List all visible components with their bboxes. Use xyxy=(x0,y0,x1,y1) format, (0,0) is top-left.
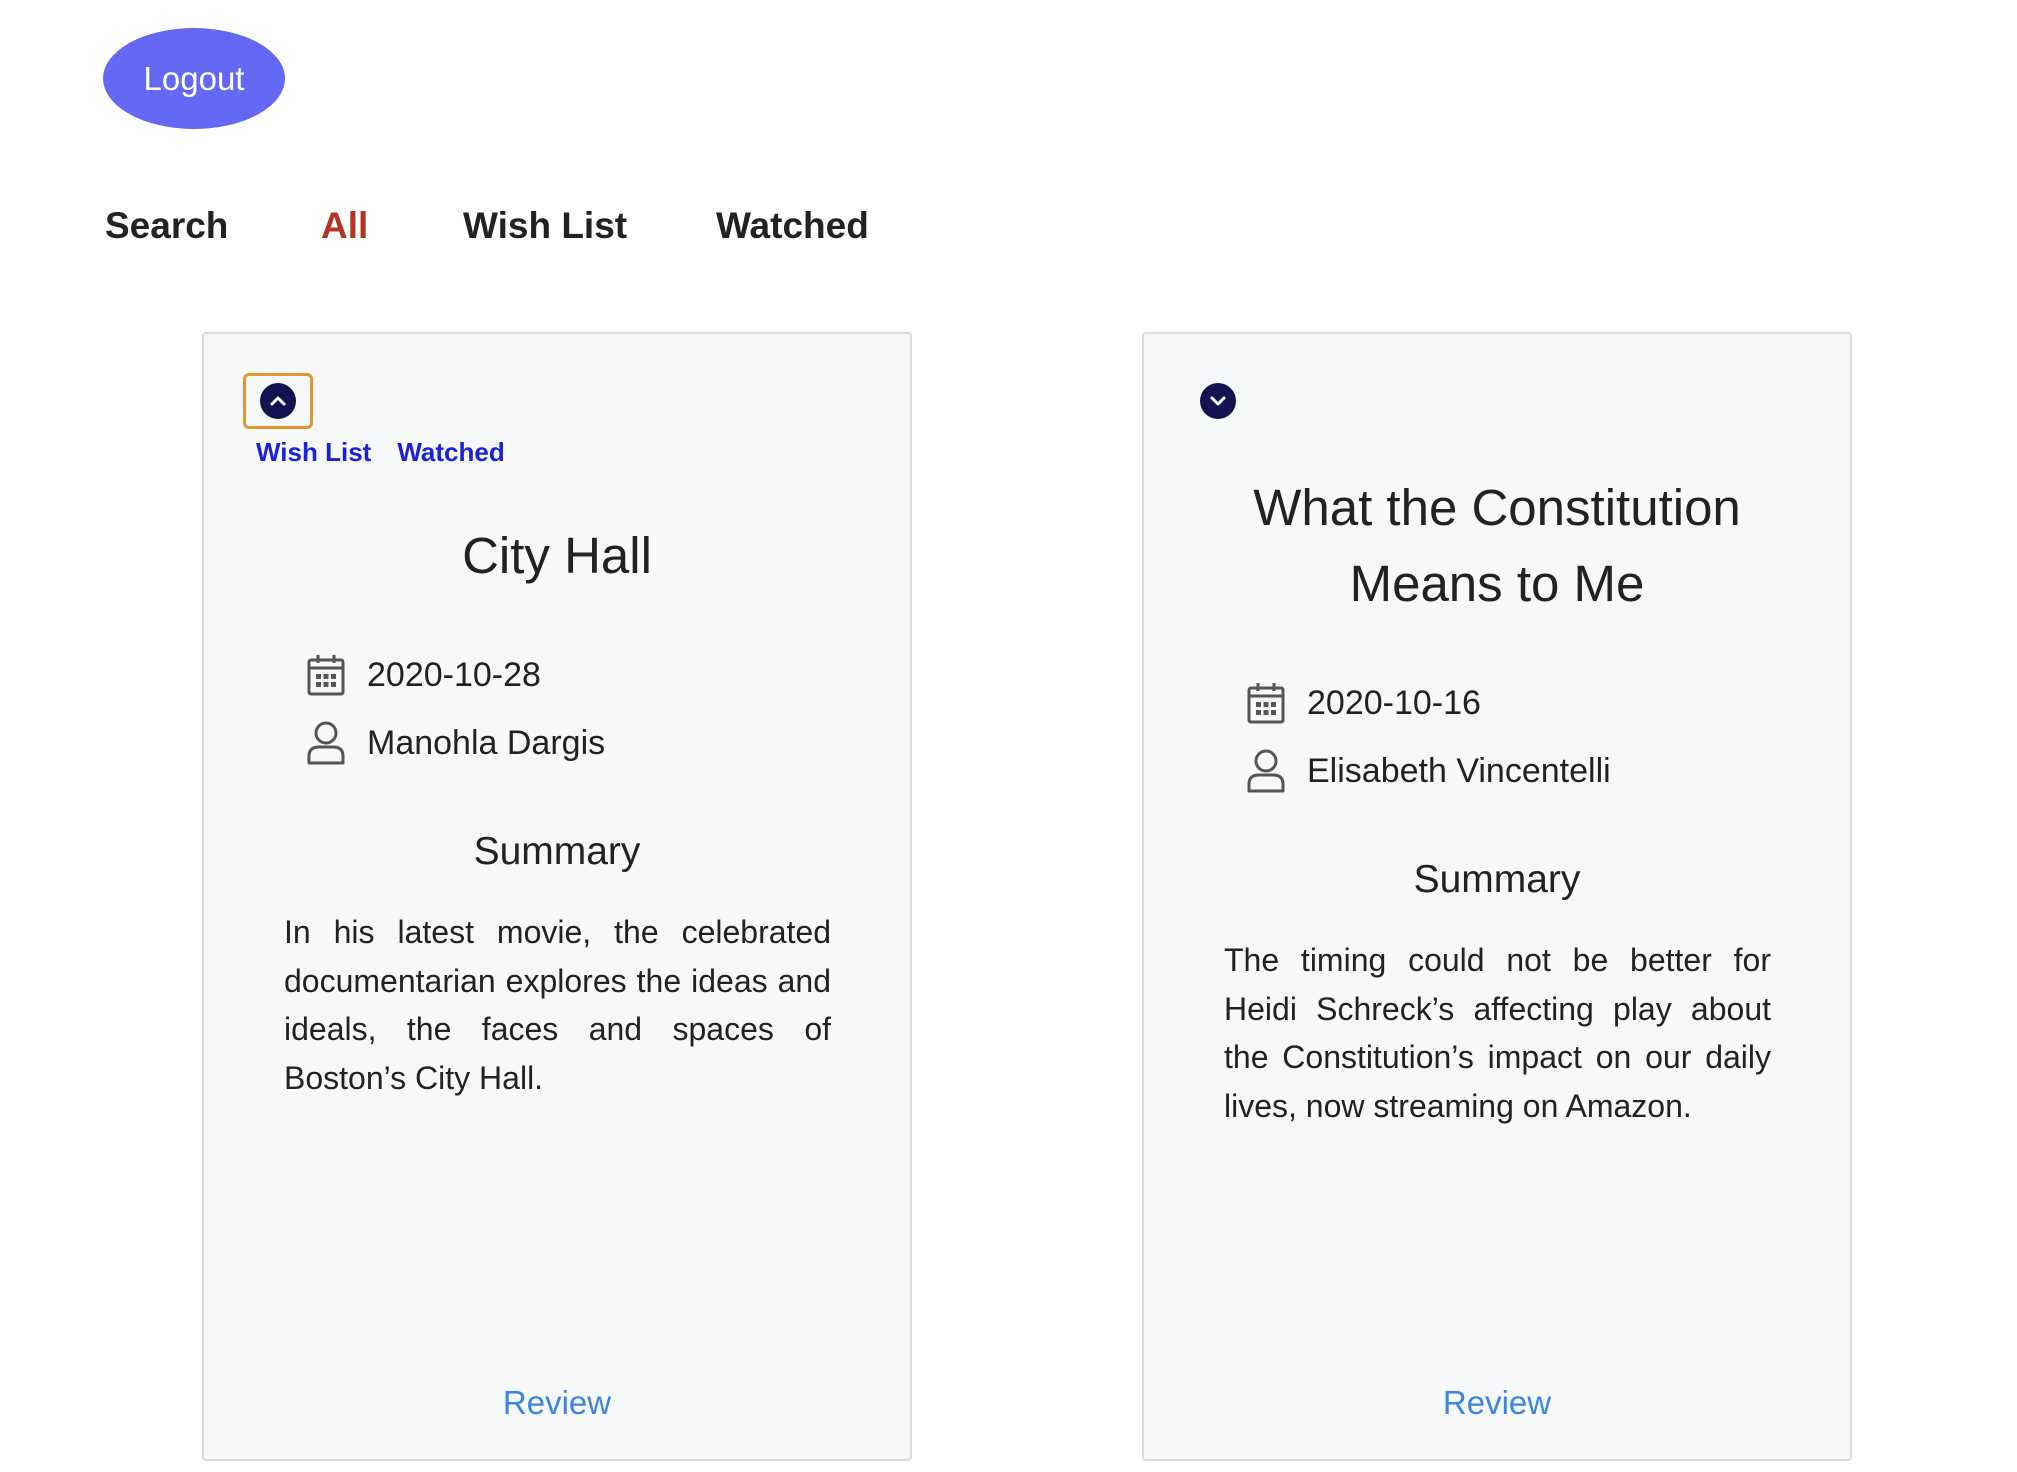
summary-text: In his latest movie, the celebrated docu… xyxy=(284,914,831,1096)
movie-title: City Hall xyxy=(462,527,652,584)
nav-search[interactable]: Search xyxy=(105,205,228,247)
user-icon xyxy=(305,720,347,766)
logout-button[interactable]: Logout xyxy=(103,28,285,129)
nav-watched[interactable]: Watched xyxy=(716,205,869,247)
movie-title: What the Constitution Means to Me xyxy=(1253,479,1741,612)
summary-text: The timing could not be better for Heidi… xyxy=(1224,942,1771,1124)
date-row: 2020-10-28 xyxy=(305,652,541,698)
summary-heading: Summary xyxy=(473,830,641,873)
calendar-icon xyxy=(1245,680,1287,726)
movie-card: Wish List Watched City Hall 2020-10-28 M… xyxy=(202,332,912,1461)
author-name: Elisabeth Vincentelli xyxy=(1307,751,1611,790)
user-icon xyxy=(1245,748,1287,794)
review-link[interactable]: Review xyxy=(204,1384,910,1422)
review-link[interactable]: Review xyxy=(1144,1384,1850,1422)
movie-card: What the Constitution Means to Me 2020-1… xyxy=(1142,332,1852,1461)
date-row: 2020-10-16 xyxy=(1245,680,1481,726)
calendar-icon xyxy=(305,652,347,698)
chevron-down-icon xyxy=(1200,383,1236,419)
summary-heading: Summary xyxy=(1413,858,1581,901)
add-to-watched-link[interactable]: Watched xyxy=(397,437,504,468)
review-date: 2020-10-16 xyxy=(1307,683,1481,722)
collapse-toggle[interactable] xyxy=(243,373,313,429)
expand-toggle[interactable] xyxy=(1183,373,1253,429)
card-actions: Wish List Watched xyxy=(256,437,505,468)
chevron-up-icon xyxy=(260,383,296,419)
author-row: Manohla Dargis xyxy=(305,720,605,766)
nav-all[interactable]: All xyxy=(321,205,368,247)
add-to-wish-list-link[interactable]: Wish List xyxy=(256,437,371,468)
nav-wish-list[interactable]: Wish List xyxy=(463,205,627,247)
author-row: Elisabeth Vincentelli xyxy=(1245,748,1611,794)
review-date: 2020-10-28 xyxy=(367,655,541,694)
author-name: Manohla Dargis xyxy=(367,723,606,762)
